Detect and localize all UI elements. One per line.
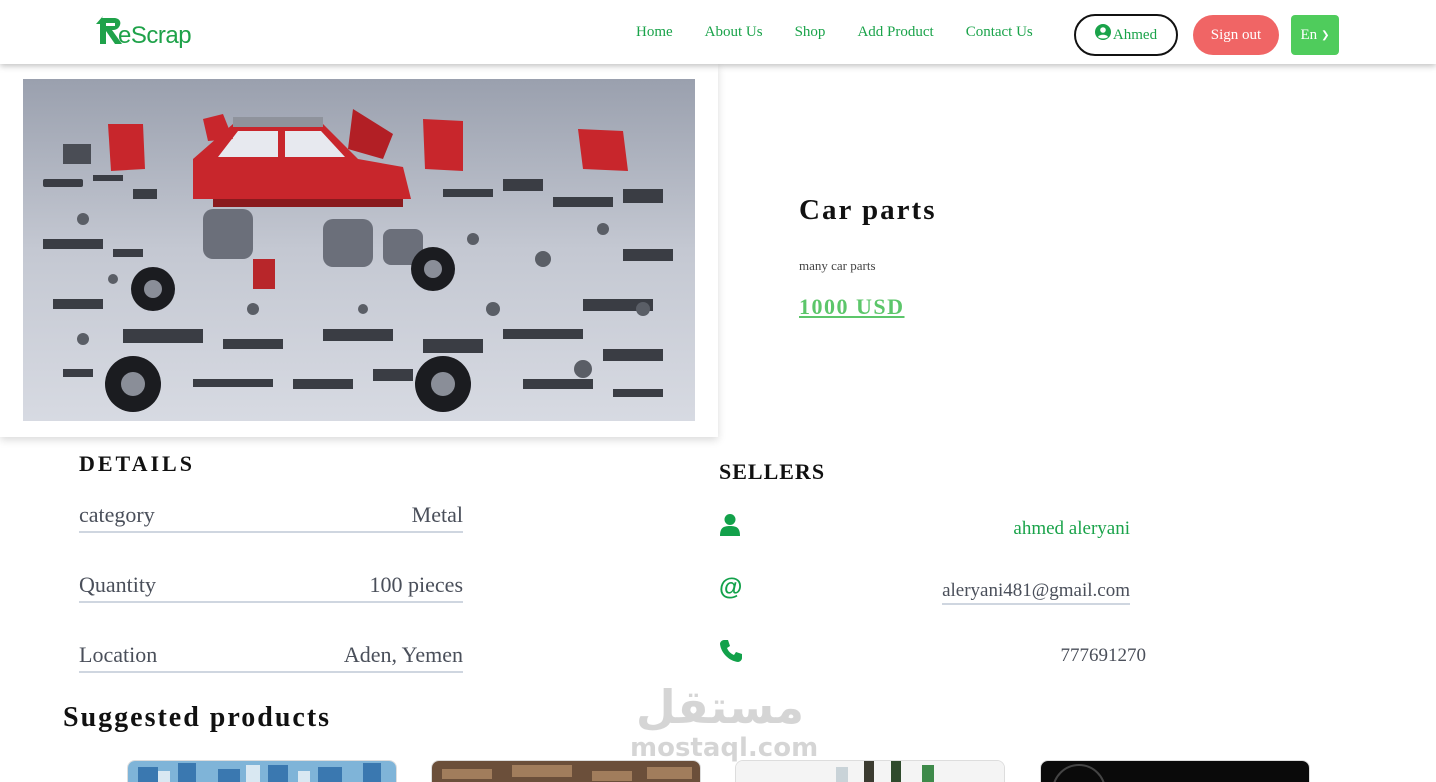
- product-title: Car parts: [799, 194, 937, 226]
- suggested-card-4[interactable]: [1040, 760, 1310, 782]
- svg-text:@: @: [719, 575, 742, 599]
- plastic-bottles-thumbnail: [128, 761, 396, 782]
- wood-scrap-thumbnail: [432, 761, 700, 782]
- logo-text: eScrap: [118, 22, 192, 49]
- glass-bottles-thumbnail: [736, 761, 1004, 782]
- nav-about-us[interactable]: About Us: [705, 24, 763, 41]
- suggested-card-3[interactable]: [735, 760, 1005, 782]
- user-circle-icon: [1094, 24, 1111, 40]
- sign-out-button[interactable]: Sign out: [1193, 15, 1279, 55]
- detail-value: Metal: [411, 502, 463, 527]
- phone-icon: [720, 640, 742, 662]
- nav-home[interactable]: Home: [636, 24, 673, 41]
- detail-row-category: category Metal: [79, 502, 463, 533]
- detail-label: category: [79, 502, 155, 527]
- nav-contact-us[interactable]: Contact Us: [966, 24, 1033, 41]
- nav-links: Home About Us Shop Add Product Contact U…: [636, 0, 1065, 64]
- detail-value: 100 pieces: [369, 572, 463, 597]
- top-navbar: eScrap Home About Us Shop Add Product Co…: [0, 0, 1436, 64]
- detail-row-quantity: Quantity 100 pieces: [79, 572, 463, 603]
- watermark-arabic: مستقل: [635, 680, 805, 734]
- detail-row-location: Location Aden, Yemen: [79, 642, 463, 673]
- suggested-card-1[interactable]: [127, 760, 397, 782]
- detail-label: Quantity: [79, 572, 156, 597]
- details-heading: DETAILS: [79, 451, 195, 476]
- dark-product-thumbnail: [1041, 761, 1309, 782]
- seller-name[interactable]: ahmed aleryani: [1013, 518, 1130, 540]
- chevron-down-icon: ❯: [1321, 29, 1330, 41]
- detail-value: Aden, Yemen: [343, 642, 463, 667]
- nav-add-product[interactable]: Add Product: [857, 24, 933, 41]
- at-icon: @: [719, 575, 742, 599]
- user-icon: [720, 514, 740, 536]
- suggested-card-2[interactable]: [431, 760, 701, 782]
- car-parts-photo: [23, 79, 695, 421]
- product-description: many car parts: [799, 258, 876, 273]
- mostaql-watermark: مستقل mostaql.com: [630, 680, 819, 764]
- seller-phone[interactable]: 777691270: [1061, 645, 1147, 667]
- nav-shop[interactable]: Shop: [795, 24, 826, 41]
- user-name-label: Ahmed: [1112, 26, 1158, 43]
- product-price: 1000 USD: [799, 294, 905, 319]
- escrap-logo[interactable]: eScrap: [96, 14, 206, 52]
- product-image-card: [0, 64, 718, 437]
- seller-email[interactable]: aleryani481@gmail.com: [942, 580, 1130, 605]
- suggested-products-heading: Suggested products: [63, 702, 332, 733]
- language-select[interactable]: En ❯: [1291, 15, 1339, 55]
- user-profile-button[interactable]: Ahmed: [1074, 14, 1178, 56]
- sellers-heading: SELLERS: [719, 459, 826, 484]
- language-value: En: [1300, 26, 1318, 43]
- detail-label: Location: [79, 642, 158, 667]
- watermark-latin: mostaql.com: [630, 733, 819, 763]
